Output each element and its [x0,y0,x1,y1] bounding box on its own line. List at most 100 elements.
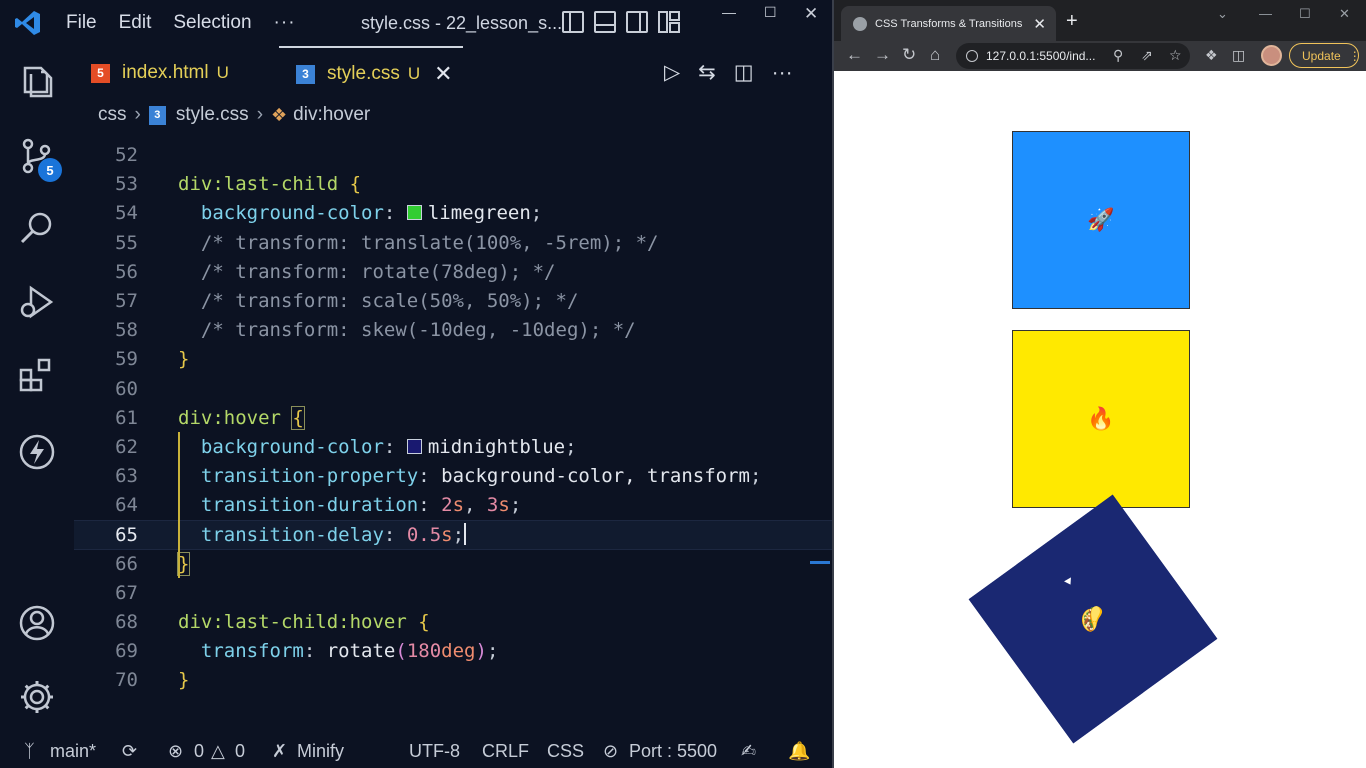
css3-icon: 3 [148,105,166,125]
notifications-bell-icon[interactable]: 🔔 [788,741,810,762]
error-count[interactable]: 0 [194,741,204,762]
accounts-icon[interactable] [17,603,57,643]
side-panel-icon[interactable]: ◫ [1232,47,1245,64]
address-bar[interactable]: 127.0.0.1:5500/ind... [956,43,1190,69]
line-number: 70 [115,669,138,692]
zoom-icon[interactable]: ⚲ [1113,47,1123,64]
warning-icon[interactable]: △ [211,741,225,762]
explorer-icon[interactable] [17,62,57,102]
breadcrumb-folder[interactable]: css [98,104,127,126]
code-line: 70} [74,666,832,695]
run-debug-icon[interactable] [17,282,57,322]
encoding[interactable]: UTF-8 [409,741,460,762]
site-info-icon[interactable] [966,50,978,62]
css-unit: s [452,494,465,517]
search-icon[interactable] [17,208,57,248]
css-comment: /* transform: scale(50%, 50%); */ [200,289,579,312]
reload-icon[interactable]: ↻ [902,45,916,65]
menu-more[interactable]: ··· [274,12,296,34]
back-icon[interactable]: ← [846,45,863,65]
language-mode[interactable]: CSS [547,741,584,762]
new-tab-icon[interactable]: + [1066,10,1078,33]
run-icon[interactable]: ▷ [664,60,680,85]
tab-search-icon[interactable]: ⌄ [1217,6,1228,22]
line-number: 69 [115,640,138,663]
css-property: transform [200,640,304,663]
menu-edit[interactable]: Edit [119,12,152,34]
css-property: transition-delay [200,524,384,547]
rotated-navy-box[interactable]: 🌮 [968,494,1218,744]
code-line: 52 [74,141,832,170]
close-tab-icon[interactable]: ✕ [1033,15,1046,33]
maximize-icon[interactable]: ☐ [1299,6,1311,22]
toggle-secondary-sidebar-icon[interactable] [626,11,648,33]
menu-selection[interactable]: Selection [173,12,251,34]
compare-changes-icon[interactable]: ⇆ [698,60,716,85]
html5-icon: 5 [91,63,110,83]
browser-window: CSS Transforms & Transitions ✕ + ⌄ — ☐ ✕… [832,0,1366,768]
fire-emoji: 🔥 [1087,406,1115,431]
css-number: 2 [441,494,453,517]
code-line: 54 background-color: limegreen; [74,199,832,228]
lightning-icon[interactable] [17,432,57,472]
maximize-icon[interactable]: ☐ [764,4,777,21]
home-icon[interactable]: ⌂ [930,45,940,65]
css-unit: s [441,524,453,547]
warning-count[interactable]: 0 [235,741,245,762]
customize-layout-icon[interactable] [658,11,680,33]
share-icon[interactable]: ⇗ [1141,47,1153,64]
live-server-port[interactable]: Port : 5500 [629,741,717,762]
branch-name[interactable]: main* [50,741,96,762]
extensions-icon[interactable]: ❖ [1205,47,1218,64]
toggle-primary-sidebar-icon[interactable] [562,11,584,33]
settings-gear-icon[interactable] [17,677,57,717]
close-window-icon[interactable]: ✕ [1339,6,1350,22]
extensions-icon[interactable] [17,356,57,396]
forward-icon[interactable]: → [874,45,891,65]
error-icon[interactable]: ⊗ [168,741,183,762]
bookmark-star-icon[interactable]: ☆ [1169,47,1182,64]
close-window-icon[interactable]: ✕ [804,4,818,24]
blue-box[interactable]: 🚀 [1012,131,1190,309]
css-selector: div:last-child:hover [178,611,407,633]
split-editor-icon[interactable]: ◫ [734,60,754,85]
editor-tabs: 5 index.html U 3 style.css U ✕ ▷ ⇆ ◫ ··· [74,46,832,100]
line-number: 52 [115,144,138,166]
line-ending[interactable]: CRLF [482,741,529,762]
css-property: transition-property [200,465,419,488]
scrollbar-marker[interactable] [810,561,830,564]
code-editor[interactable]: 52 53 div:last-child { 54 background-colo… [74,141,832,696]
code-line-current: 65 transition-delay: 0.5s; [74,520,832,550]
code-line: 56 /* transform: rotate(78deg); */ [74,258,832,287]
browser-tab[interactable]: CSS Transforms & Transitions ✕ [841,6,1056,41]
sync-icon[interactable]: ⟳ [122,741,137,762]
line-number: 66 [115,552,138,575]
breadcrumb-symbol[interactable]: div:hover [293,104,370,126]
more-actions-icon[interactable]: ··· [772,61,793,85]
symbol-selector-icon: ❖ [271,104,288,125]
source-control-badge: 5 [38,158,62,182]
feedback-icon[interactable]: ✍ [741,741,756,762]
color-swatch-midnightblue[interactable] [406,438,422,454]
breadcrumb-file[interactable]: style.css [176,104,249,126]
toggle-panel-icon[interactable] [594,11,616,33]
layout-controls [562,11,680,33]
tab-index-html[interactable]: 5 index.html U [74,46,278,100]
yellow-box[interactable]: 🔥 [1012,330,1190,508]
close-tab-icon[interactable]: ✕ [434,61,452,87]
minify-button[interactable]: Minify [297,741,344,762]
css-value: background-color, transform [441,465,750,488]
profile-avatar[interactable] [1261,45,1282,66]
tab-label: style.css [327,63,400,84]
code-line: 55 /* transform: translate(100%, -5rem);… [74,229,832,258]
minimize-icon[interactable]: — [1259,6,1272,21]
browser-tab-strip: CSS Transforms & Transitions ✕ + ⌄ — ☐ ✕ [834,0,1366,41]
code-line: 63 transition-property: background-color… [74,462,832,491]
menu-file[interactable]: File [66,12,97,34]
color-swatch-limegreen[interactable] [406,205,422,221]
minimize-icon[interactable]: — [722,4,736,20]
css3-icon: 3 [296,64,315,84]
update-button[interactable]: Update ⋮ [1289,43,1361,68]
tab-style-css[interactable]: 3 style.css U ✕ [279,46,463,100]
line-number: 67 [115,581,138,604]
